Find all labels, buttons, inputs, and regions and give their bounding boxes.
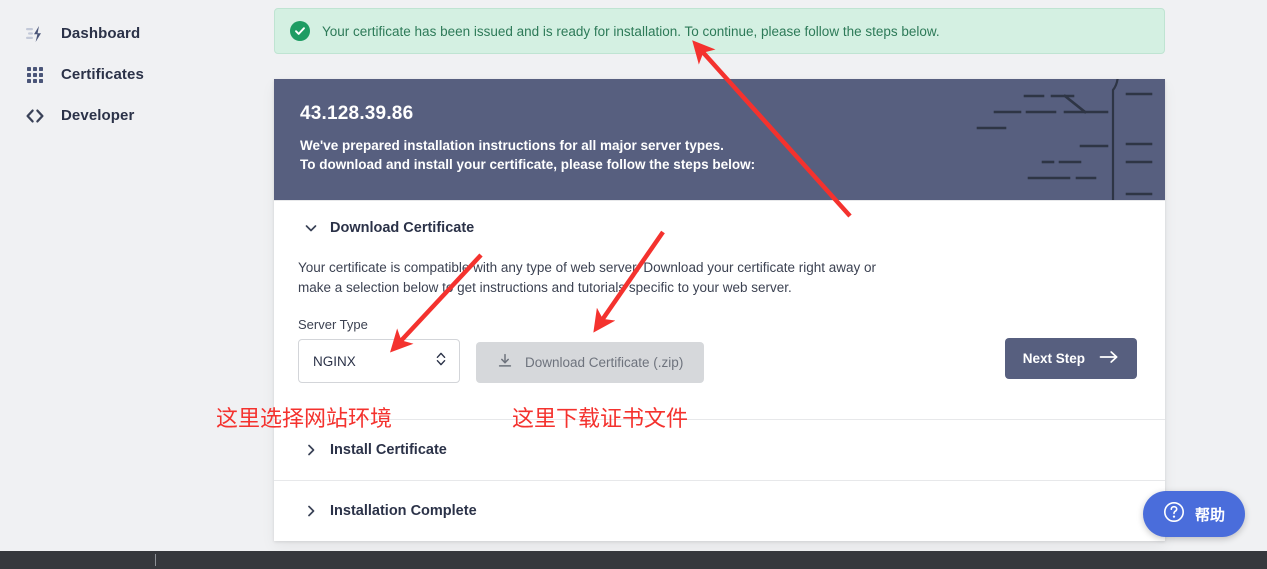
download-form-row: Server Type NGINX Download Certificate (… xyxy=(298,317,1137,419)
annotation-note-download: 这里下载证书文件 xyxy=(512,406,689,431)
question-circle-icon xyxy=(1163,501,1185,528)
sidebar-item-label: Certificates xyxy=(61,66,144,83)
chevron-down-icon xyxy=(302,219,320,237)
download-icon xyxy=(497,353,513,372)
sidebar-item-label: Developer xyxy=(61,107,135,124)
section-title: Installation Complete xyxy=(330,503,477,519)
download-certificate-button[interactable]: Download Certificate (.zip) xyxy=(476,342,705,383)
footer-bar xyxy=(0,551,1267,569)
footer-divider xyxy=(155,554,156,566)
server-type-label: Server Type xyxy=(298,317,368,332)
section-installation-complete-header[interactable]: Installation Complete xyxy=(274,481,1165,541)
sidebar-item-certificates[interactable]: Certificates xyxy=(0,54,272,95)
card-header: 43.128.39.86 We've prepared installation… xyxy=(274,79,1165,200)
next-step-button[interactable]: Next Step xyxy=(1004,338,1137,379)
dashboard-bolt-icon xyxy=(24,23,46,45)
sidebar-item-developer[interactable]: Developer xyxy=(0,95,272,136)
server-type-value: NGINX xyxy=(313,353,356,369)
section-download-certificate-header[interactable]: Download Certificate xyxy=(274,201,1165,237)
sidebar-item-label: Dashboard xyxy=(61,25,141,42)
annotation-note-server-type: 这里选择网站环境 xyxy=(216,406,393,431)
sidebar: Dashboard Certificates Developer xyxy=(0,0,272,551)
section-download-certificate-body: Your certificate is compatible with any … xyxy=(274,258,1165,419)
help-button[interactable]: 帮助 xyxy=(1142,491,1245,537)
chevron-updown-icon xyxy=(435,350,447,373)
section-install-certificate-header[interactable]: Install Certificate xyxy=(274,420,1165,480)
section-title: Download Certificate xyxy=(330,220,475,236)
section-title: Install Certificate xyxy=(330,442,447,458)
card-header-line1: We've prepared installation instructions… xyxy=(300,138,724,153)
download-certificate-button-label: Download Certificate (.zip) xyxy=(525,355,684,370)
section-install-certificate: Install Certificate xyxy=(274,419,1165,480)
certificate-card: 43.128.39.86 We've prepared installation… xyxy=(274,79,1165,541)
chevron-right-icon xyxy=(302,441,320,459)
server-ip-title: 43.128.39.86 xyxy=(300,103,414,124)
server-type-field: Server Type NGINX xyxy=(298,317,460,383)
check-circle-icon xyxy=(290,21,310,41)
server-type-select[interactable]: NGINX xyxy=(298,339,460,383)
next-step-button-label: Next Step xyxy=(1022,351,1085,366)
card-header-line2: To download and install your certificate… xyxy=(300,157,756,172)
section-installation-complete: Installation Complete xyxy=(274,480,1165,541)
help-button-label: 帮助 xyxy=(1194,506,1225,524)
chevron-right-icon xyxy=(302,502,320,520)
section-description: Your certificate is compatible with any … xyxy=(298,260,877,295)
success-banner: Your certificate has been issued and is … xyxy=(274,8,1165,54)
grid-dots-icon xyxy=(24,64,46,86)
arrow-right-icon xyxy=(1099,350,1119,367)
section-download-certificate: Download Certificate Your certificate is… xyxy=(274,200,1165,419)
success-banner-message: Your certificate has been issued and is … xyxy=(322,23,940,39)
sidebar-item-dashboard[interactable]: Dashboard xyxy=(0,13,272,54)
code-brackets-icon xyxy=(24,105,46,127)
